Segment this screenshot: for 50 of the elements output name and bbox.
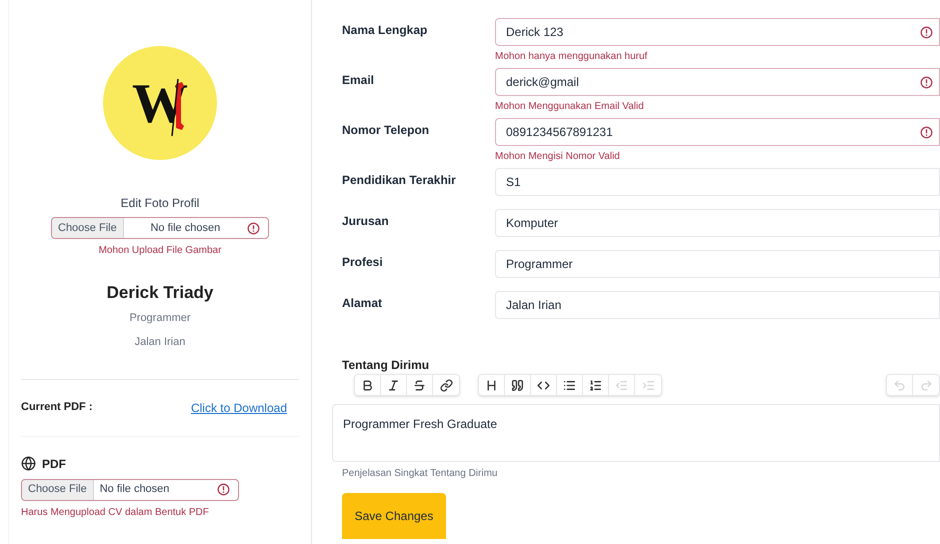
text-field[interactable]: derick@gmail [495,68,940,96]
save-button[interactable]: Save Changes [342,493,446,539]
error-message: Mohon Menggunakan Email Valid [495,100,645,114]
download-link[interactable]: Click to Download [190,398,287,416]
field-label: Pendidikan Terakhir [342,172,457,189]
profile-job: Programmer [128,310,192,326]
field-label: Email [342,72,376,89]
field-label: Nomor Telepon [342,122,430,139]
text-field[interactable]: Komputer [495,209,940,237]
current-pdf-label: Current PDF : [21,400,92,416]
quote-icon [511,378,524,392]
choose-file-button[interactable]: Choose File [22,480,94,500]
bold-icon [361,378,374,392]
error-message: Mohon Mengisi Nomor Valid [495,150,621,164]
editor-field[interactable]: Programmer Fresh Graduate [332,404,940,462]
heading-icon [485,378,498,392]
redo-icon [920,378,932,392]
file-input[interactable]: Choose File No file chosen [51,217,269,239]
field-label: Profesi [342,254,384,271]
file-status: No file chosen [98,482,170,498]
field-label: Nama Lengkap [342,22,428,39]
field-label: Jurusan [342,213,390,230]
editor-label: Tentang Dirimu [342,357,430,374]
code-icon [537,378,550,392]
profile-name: Derick Triady [106,282,214,304]
error-message: Mohon Upload File Gambar [98,244,222,258]
text-field[interactable]: Derick 123 [495,18,940,46]
numbered-list-icon [589,378,602,392]
error-message: Mohon hanya menggunakan huruf [495,50,648,64]
choose-file-button[interactable]: Choose File [52,218,124,238]
file-status: No file chosen [149,220,222,236]
italic-icon [387,378,400,392]
error-message: Harus Mengupload CV dalam Bentuk PDF [21,506,210,520]
field-label: Alamat [342,295,384,312]
globe-icon [21,456,36,471]
pdf-label: PDF [42,456,66,472]
outdent-icon [615,378,628,392]
profile-address: Jalan Irian [134,335,186,350]
indent-icon [642,378,654,392]
text-field[interactable]: Jalan Irian [495,291,940,319]
strikethrough-icon [413,378,426,392]
photo-label: Edit Foto Profil [120,195,200,212]
editor-hint: Penjelasan Singkat Tentang Dirimu [342,467,498,481]
bullet-list-icon [563,378,576,392]
undo-icon [893,378,906,392]
text-field[interactable]: S1 [495,168,940,196]
text-field[interactable]: Programmer [495,250,940,278]
link-icon [440,378,452,392]
text-field[interactable]: 0891234567891231 [495,118,940,146]
file-input[interactable]: Choose File No file chosen [21,478,239,500]
